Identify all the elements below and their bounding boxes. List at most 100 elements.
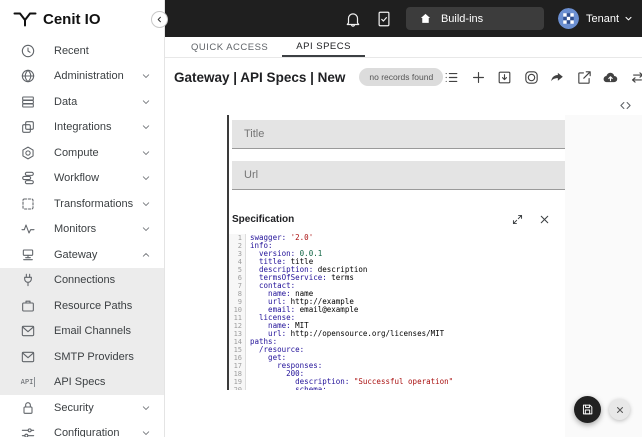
external-icon[interactable] — [576, 69, 593, 86]
administration-icon — [20, 68, 36, 84]
line-number: 7 — [229, 282, 246, 290]
cancel-button[interactable] — [609, 399, 630, 420]
chevron-down-icon — [623, 13, 634, 24]
line-number: 15 — [229, 346, 246, 354]
mail-icon — [20, 349, 36, 365]
sidebar-item-data[interactable]: Data — [0, 89, 164, 115]
sidebar-item-label: Connections — [54, 274, 116, 287]
app-window: Cenit IO Recent Administration Data Integra… — [0, 0, 642, 437]
toolbar-actions — [443, 69, 642, 86]
build-ins-label: Build-ins — [440, 12, 484, 25]
sidebar-item-security[interactable]: Security — [0, 395, 164, 421]
line-number: 17 — [229, 362, 246, 370]
line-number: 3 — [229, 250, 246, 258]
sidebar-item-smtp-providers[interactable]: SMTP Providers — [0, 344, 164, 370]
sidebar-item-gateway[interactable]: Gateway — [0, 242, 164, 268]
sidebar-item-label: Recent — [54, 44, 89, 57]
sidebar-item-compute[interactable]: Compute — [0, 140, 164, 166]
code-line: 13 url: http://opensource.org/licenses/M… — [229, 330, 565, 338]
chevron-down-icon — [140, 172, 152, 184]
line-number: 20 — [229, 386, 246, 390]
sidebar-item-recent[interactable]: Recent — [0, 38, 164, 64]
sidebar-item-connections[interactable]: Connections — [0, 267, 164, 293]
line-number: 10 — [229, 306, 246, 314]
sidebar-item-label: Configuration — [54, 427, 120, 437]
compute-icon — [20, 145, 36, 161]
sidebar-item-label: Gateway — [54, 248, 98, 261]
sidebar-item-label: Workflow — [54, 172, 100, 185]
import-icon[interactable] — [496, 69, 513, 86]
sidebar-item-email-channels[interactable]: Email Channels — [0, 318, 164, 344]
specification-code-editor[interactable]: 1 swagger: '2.0' 2 info: 3 version: 0.0.1 4 t… — [229, 234, 565, 390]
plus-icon[interactable] — [470, 69, 487, 86]
sliders-icon — [20, 425, 36, 437]
sidebar-item-label: Resource Paths — [54, 299, 133, 312]
sidebar-item-monitors[interactable]: Monitors — [0, 216, 164, 242]
line-number: 2 — [229, 242, 246, 250]
integrations-icon — [20, 119, 36, 135]
swap-icon[interactable] — [629, 69, 642, 86]
page-title: Gateway | API Specs | New — [174, 69, 346, 85]
sidebar-item-integrations[interactable]: Integrations — [0, 114, 164, 140]
chevron-down-icon — [140, 402, 152, 414]
code-line: 20 schema: — [229, 386, 565, 390]
history-icon — [20, 43, 36, 59]
chevron-down-icon — [140, 223, 152, 235]
build-ins-button[interactable]: Build-ins — [405, 7, 544, 30]
expand-icon[interactable] — [511, 213, 524, 226]
sidebar-item-workflow[interactable]: Workflow — [0, 165, 164, 191]
plug-icon — [20, 272, 36, 288]
line-number: 9 — [229, 298, 246, 306]
sidebar-item-configuration[interactable]: Configuration — [0, 420, 164, 437]
sidebar-item-label: Integrations — [54, 121, 112, 134]
line-number: 8 — [229, 290, 246, 298]
topbar-actions: Build-ins Tenant — [344, 7, 642, 30]
code-line: 1 swagger: '2.0' — [229, 234, 565, 242]
gateway-icon — [20, 247, 36, 263]
save-button[interactable] — [574, 396, 601, 423]
sidebar-item-transformations[interactable]: Transformations — [0, 191, 164, 217]
url-input[interactable] — [232, 161, 565, 190]
sidebar-item-administration[interactable]: Administration — [0, 63, 164, 89]
line-number: 13 — [229, 330, 246, 338]
line-number: 19 — [229, 378, 246, 386]
specification-label: Specification — [232, 213, 295, 225]
sidebar-item-label: API Specs — [54, 376, 106, 389]
chevron-down-icon — [140, 147, 152, 159]
sidebar: Cenit IO Recent Administration Data Integra… — [0, 0, 165, 437]
share-icon[interactable] — [549, 69, 566, 86]
collapse-sidebar-button[interactable] — [151, 11, 168, 28]
tasks-document-icon[interactable] — [375, 10, 393, 28]
workflow-icon — [20, 170, 36, 186]
tab-bar: QUICK ACCESS API SPECS — [165, 37, 642, 58]
sidebar-item-label: Administration — [54, 70, 124, 83]
line-number: 6 — [229, 274, 246, 282]
line-number: 14 — [229, 338, 246, 346]
line-number: 4 — [229, 258, 246, 266]
notifications-bell-icon[interactable] — [344, 10, 362, 28]
cloud-upload-icon[interactable] — [602, 69, 619, 86]
sidebar-item-api-specs[interactable]: API API Specs — [0, 369, 164, 395]
sidebar-item-resource-paths[interactable]: Resource Paths — [0, 293, 164, 319]
code-view-icon[interactable] — [619, 99, 632, 112]
tenant-dropdown[interactable]: Tenant — [586, 13, 634, 25]
sidebar-nav: Recent Administration Data Integrations Comp… — [0, 38, 164, 437]
tab-quick-access[interactable]: QUICK ACCESS — [177, 37, 282, 57]
chevron-left-icon — [155, 15, 164, 24]
line-number: 5 — [229, 266, 246, 274]
record-icon[interactable] — [523, 69, 540, 86]
close-icon[interactable] — [538, 213, 551, 226]
tab-api-specs[interactable]: API SPECS — [282, 37, 365, 57]
sidebar-item-label: Monitors — [54, 223, 97, 236]
list-icon[interactable] — [443, 69, 460, 86]
tenant-avatar[interactable] — [557, 8, 579, 29]
sidebar-item-label: Email Channels — [54, 325, 132, 338]
code-toggle-row — [165, 96, 642, 115]
line-number: 11 — [229, 314, 246, 322]
lock-icon — [20, 400, 36, 416]
mail-icon — [20, 323, 36, 339]
chevron-down-icon — [140, 427, 152, 437]
briefcase-icon — [20, 298, 36, 314]
title-input[interactable] — [232, 120, 565, 149]
logo[interactable]: Cenit IO — [0, 0, 164, 38]
